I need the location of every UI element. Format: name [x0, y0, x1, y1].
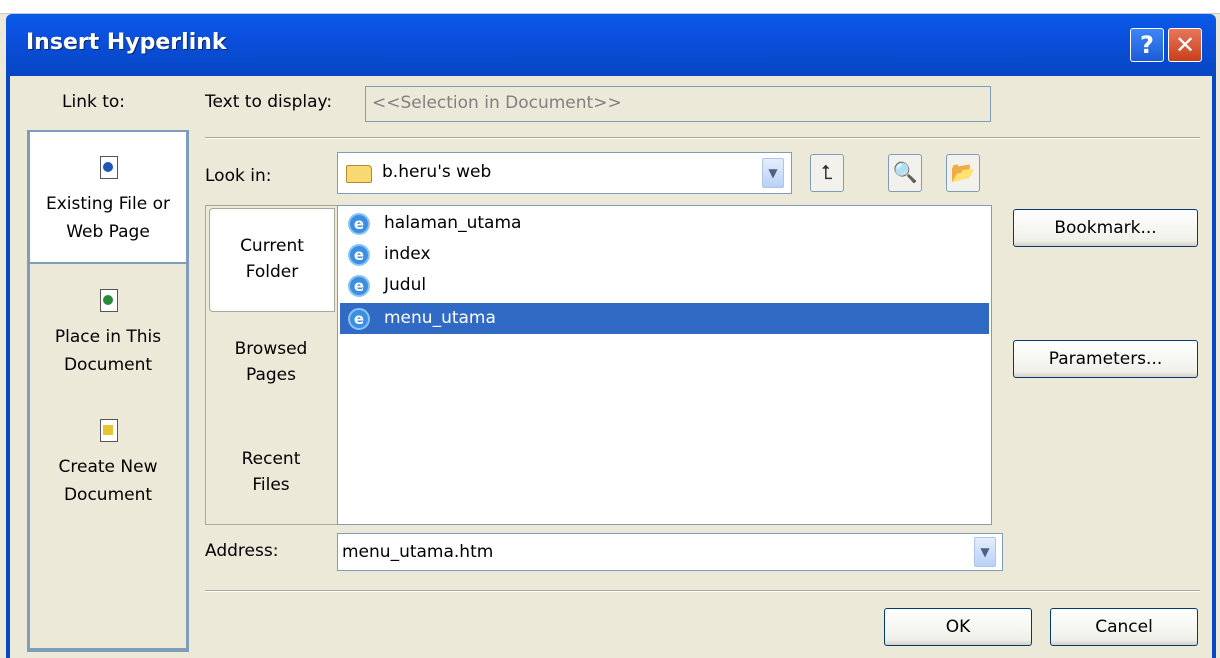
create-new-line2: Document — [63, 485, 153, 505]
place-in-document-line1: Place in This — [54, 327, 162, 347]
title-bar[interactable]: Insert Hyperlink ? ✕ — [6, 14, 1216, 76]
address-dropdown-arrow[interactable]: ▼ — [974, 537, 996, 567]
tab-recent-line2: Files — [252, 475, 290, 495]
ok-button[interactable]: OK — [884, 608, 1032, 646]
file-name: halaman_utama — [384, 213, 522, 233]
file-name: menu_utama — [384, 308, 496, 328]
tab-browsed-line2: Pages — [245, 365, 296, 385]
window-left-border — [6, 76, 10, 658]
folder-view-tabs: Current Folder Browsed Pages Recent File… — [205, 205, 337, 525]
cancel-button[interactable]: Cancel — [1050, 608, 1198, 646]
new-document-icon — [96, 418, 120, 444]
look-in-dropdown[interactable]: b.heru's web ▼ — [337, 152, 792, 194]
ie-document-icon: e — [348, 213, 370, 235]
file-list-item[interactable]: e halaman_utama — [340, 208, 989, 239]
place-in-document-icon — [96, 288, 120, 314]
place-existing-line1: Existing File or — [46, 194, 170, 214]
create-new-line1: Create New — [58, 457, 158, 477]
ie-document-icon: e — [348, 275, 370, 297]
help-icon: ? — [1140, 31, 1154, 59]
browse-the-web-button[interactable]: 🔍 — [888, 154, 922, 192]
chevron-down-icon: ▼ — [768, 166, 778, 180]
file-name: Judul — [384, 275, 427, 295]
close-icon: ✕ — [1174, 31, 1196, 59]
file-list-item[interactable]: e Judul — [340, 270, 989, 301]
place-in-document-line2: Document — [63, 355, 153, 375]
browse-file-icon: 📂 — [950, 160, 976, 184]
separator-bottom — [205, 590, 1200, 592]
file-name: index — [384, 244, 431, 264]
file-list-item[interactable]: e index — [340, 239, 989, 270]
browse-for-file-button[interactable]: 📂 — [946, 154, 980, 192]
ie-document-icon: e — [348, 244, 370, 266]
link-to-places-bar: Existing File or Web Page Place in This … — [27, 130, 189, 652]
up-one-folder-icon: ⮤ — [821, 160, 833, 184]
help-button[interactable]: ? — [1130, 28, 1164, 62]
address-value: menu_utama.htm — [342, 542, 494, 562]
place-in-this-document[interactable]: Place in This Document — [27, 282, 189, 379]
text-to-display-label: Text to display: — [205, 92, 333, 112]
place-existing-file-or-web-page[interactable]: Existing File or Web Page — [30, 132, 186, 262]
bookmark-button[interactable]: Bookmark... — [1013, 209, 1198, 247]
tab-browsed-line1: Browsed — [234, 339, 308, 359]
address-label: Address: — [205, 541, 279, 561]
existing-file-icon — [96, 155, 120, 181]
window-right-border — [1212, 76, 1216, 658]
link-to-label: Link to: — [62, 92, 126, 112]
chevron-down-icon: ▼ — [980, 545, 990, 559]
window-title: Insert Hyperlink — [26, 30, 227, 55]
file-list[interactable]: e halaman_utama e index e Judul e menu_u… — [337, 205, 992, 525]
tab-current-folder[interactable]: Current Folder — [209, 208, 335, 312]
parameters-button[interactable]: Parameters... — [1013, 340, 1198, 378]
tab-current-line1: Current — [240, 236, 304, 256]
close-button[interactable]: ✕ — [1168, 28, 1202, 62]
background-window-strip — [0, 0, 1220, 14]
look-in-label: Look in: — [205, 166, 272, 186]
file-list-item-selected[interactable]: e menu_utama — [340, 303, 989, 334]
up-one-folder-button[interactable]: ⮤ — [810, 154, 844, 192]
ie-document-icon: e — [348, 308, 370, 330]
text-to-display-field[interactable]: <<Selection in Document>> — [365, 86, 991, 122]
tab-recent-files[interactable]: Recent Files — [206, 446, 336, 498]
tab-recent-line1: Recent — [241, 449, 301, 469]
address-input[interactable]: menu_utama.htm ▼ — [337, 533, 1003, 571]
place-create-new-document[interactable]: Create New Document — [27, 412, 189, 509]
tab-current-line2: Folder — [245, 262, 299, 282]
look-in-dropdown-arrow[interactable]: ▼ — [762, 158, 784, 188]
separator-top — [205, 137, 1200, 139]
tab-browsed-pages[interactable]: Browsed Pages — [206, 336, 336, 388]
browse-web-icon: 🔍 — [892, 160, 918, 184]
place-existing-line2: Web Page — [66, 222, 150, 242]
folder-icon — [346, 165, 372, 183]
look-in-value: b.heru's web — [382, 162, 492, 182]
